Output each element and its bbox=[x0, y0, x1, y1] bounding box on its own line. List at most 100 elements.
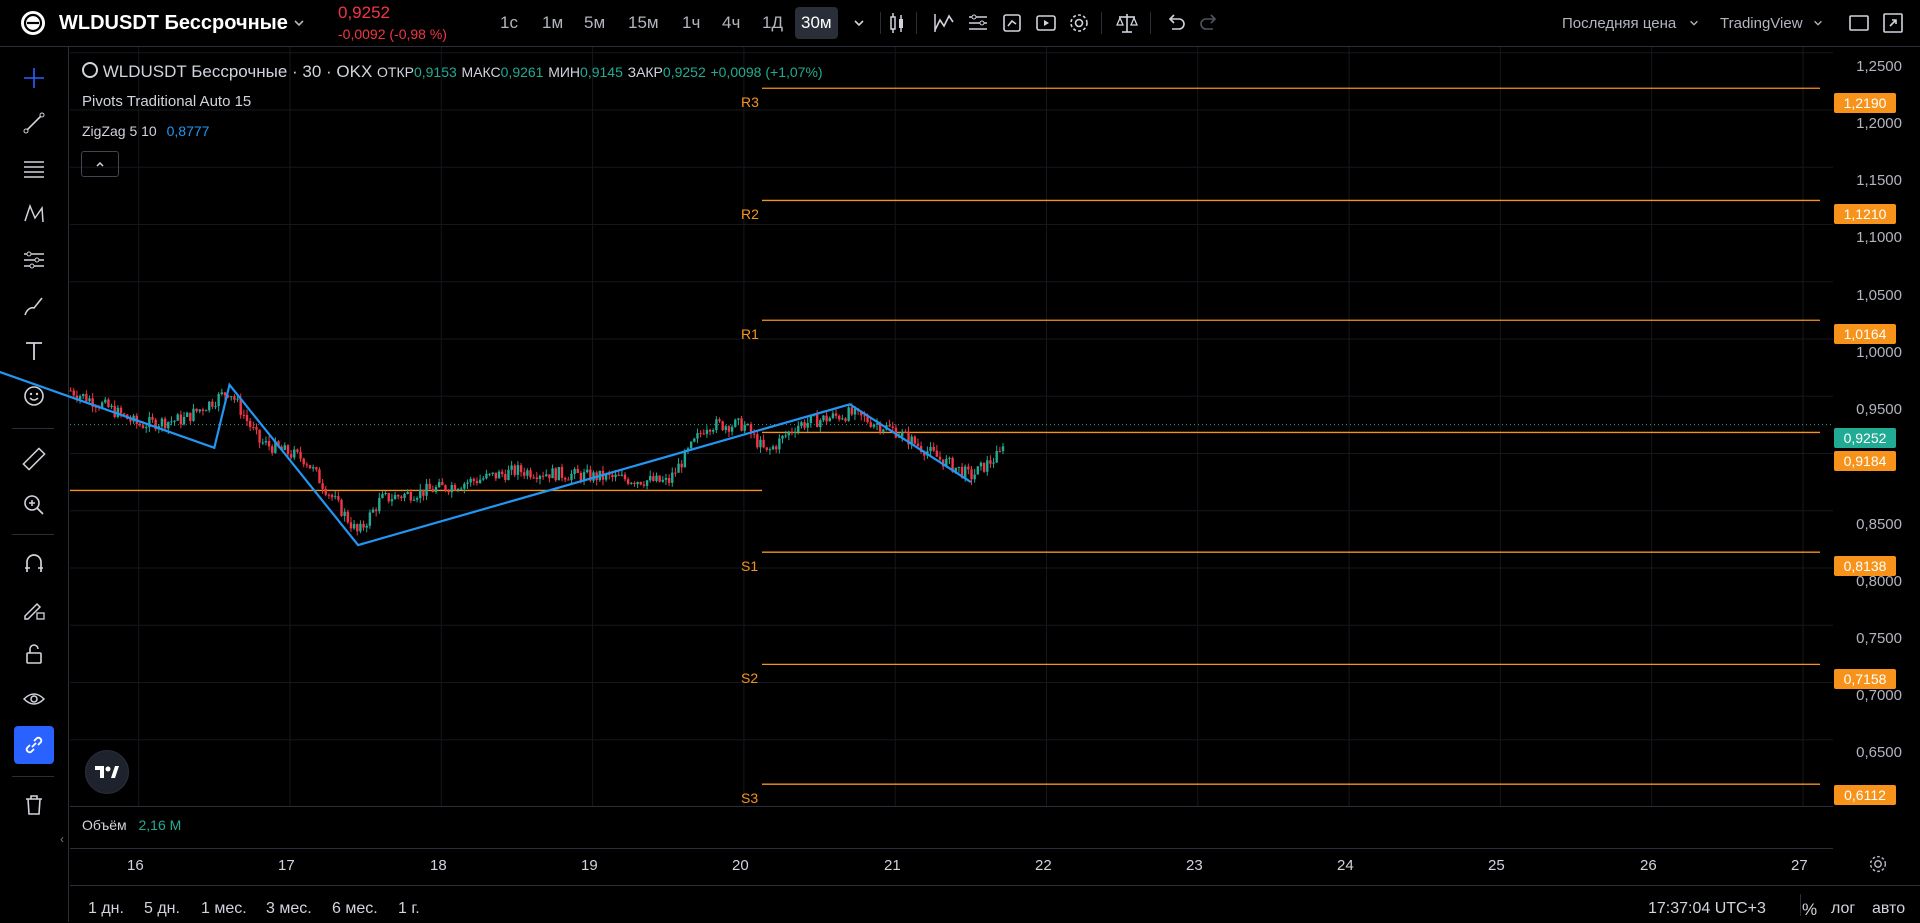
legend-title[interactable]: WLDUSDT Бессрочные · 30 · OKX bbox=[103, 62, 373, 81]
candle-body bbox=[296, 449, 299, 452]
range-1m-button[interactable]: 1 мес. bbox=[201, 900, 247, 918]
candle-body bbox=[422, 489, 425, 496]
candle-body bbox=[255, 427, 258, 430]
x-tick: 17 bbox=[278, 857, 295, 874]
pivot-s2-label: S2 bbox=[741, 670, 759, 686]
candle-body bbox=[173, 420, 176, 422]
y-tick: 0,8500 bbox=[1856, 516, 1902, 533]
candle-body bbox=[107, 399, 110, 408]
time-axis[interactable]: 16 17 18 19 20 21 22 23 24 25 26 27 bbox=[70, 848, 1833, 885]
candle-body bbox=[727, 426, 731, 432]
candle-body bbox=[803, 422, 806, 428]
candle-body bbox=[460, 488, 463, 490]
range-6m-button[interactable]: 6 мес. bbox=[332, 900, 378, 918]
indicator-zigzag-legend[interactable]: ZigZag 5 10 0,8777 bbox=[82, 123, 209, 139]
candle-body bbox=[964, 466, 967, 478]
candle-body bbox=[995, 451, 998, 463]
candle-body bbox=[289, 454, 293, 458]
indicator-pivots-legend[interactable]: Pivots Traditional Auto 15 bbox=[82, 93, 251, 110]
candle-body bbox=[623, 474, 627, 480]
candle-body bbox=[567, 479, 570, 481]
candle-body bbox=[664, 477, 668, 480]
candle-body bbox=[488, 473, 491, 475]
candle-body bbox=[614, 474, 617, 478]
candle-body bbox=[655, 475, 658, 481]
candle-body bbox=[948, 457, 951, 459]
candle-body bbox=[825, 415, 828, 422]
candle-body bbox=[586, 469, 589, 473]
candle-body bbox=[88, 398, 91, 402]
candle-body bbox=[378, 498, 381, 512]
candle-body bbox=[271, 446, 274, 453]
candle-body bbox=[652, 476, 655, 481]
range-1y-button[interactable]: 1 г. bbox=[398, 900, 420, 918]
y-tick: 1,2000 bbox=[1856, 115, 1902, 132]
candle-body bbox=[831, 413, 835, 418]
candle-body bbox=[110, 405, 113, 408]
y-tick: 1,0000 bbox=[1856, 344, 1902, 361]
range-3m-button[interactable]: 3 мес. bbox=[266, 900, 312, 918]
candle-body bbox=[765, 447, 768, 450]
candle-body bbox=[497, 471, 501, 479]
candle-body bbox=[834, 413, 838, 416]
chart-settings-gear-icon[interactable] bbox=[1866, 852, 1890, 881]
candle-body bbox=[639, 482, 642, 485]
range-5d-button[interactable]: 5 дн. bbox=[144, 900, 180, 918]
candle-body bbox=[456, 488, 460, 491]
y-tick: 0,7000 bbox=[1856, 687, 1902, 704]
price-chart[interactable] bbox=[0, 0, 1920, 922]
range-1d-button[interactable]: 1 дн. bbox=[88, 900, 124, 918]
candle-body bbox=[138, 423, 142, 426]
candle-body bbox=[674, 472, 677, 474]
y-tick: 1,0500 bbox=[1856, 287, 1902, 304]
candle-body bbox=[356, 524, 359, 532]
candle-body bbox=[245, 415, 249, 421]
candle-body bbox=[447, 490, 450, 493]
candle-body bbox=[560, 466, 564, 478]
x-tick: 24 bbox=[1337, 857, 1354, 874]
tradingview-logo-icon[interactable] bbox=[85, 750, 129, 794]
candle-body bbox=[299, 451, 302, 459]
candle-body bbox=[267, 440, 271, 447]
candle-body bbox=[170, 421, 173, 423]
candle-body bbox=[708, 429, 712, 432]
candle-body bbox=[705, 429, 709, 434]
legend-collapse-button[interactable] bbox=[81, 151, 119, 177]
candle-body bbox=[611, 474, 614, 478]
candle-body bbox=[469, 478, 472, 483]
candle-body bbox=[208, 401, 211, 411]
candle-body bbox=[790, 431, 794, 433]
log-scale-button[interactable]: лог bbox=[1831, 900, 1855, 918]
close-label: ЗАКР bbox=[627, 64, 663, 80]
zigzag-line bbox=[0, 370, 972, 547]
candle-body bbox=[828, 417, 831, 422]
candle-body bbox=[689, 441, 693, 449]
auto-scale-button[interactable]: авто bbox=[1872, 900, 1905, 918]
high-label: МАКС bbox=[461, 64, 501, 80]
pivot-r2-label: R2 bbox=[741, 206, 759, 222]
candle-body bbox=[192, 408, 195, 421]
candle-body bbox=[541, 475, 545, 477]
candle-body bbox=[368, 512, 372, 526]
candle-body bbox=[261, 442, 264, 444]
candle-body bbox=[82, 394, 85, 397]
candle-body bbox=[104, 399, 107, 403]
candle-body bbox=[545, 474, 548, 477]
candle-body bbox=[374, 509, 378, 512]
candle-body bbox=[293, 449, 296, 458]
percent-scale-button[interactable]: % bbox=[1802, 900, 1817, 920]
clock-timezone[interactable]: 17:37:04 UTC+3 bbox=[1648, 900, 1766, 918]
zigzag-value: 0,8777 bbox=[166, 123, 210, 139]
candle-body bbox=[334, 496, 337, 498]
candle-body bbox=[712, 430, 715, 432]
candle-body bbox=[189, 412, 192, 421]
volume-legend[interactable]: Объём 2,16 M bbox=[82, 817, 181, 833]
candle-body bbox=[872, 424, 876, 427]
candle-body bbox=[746, 424, 750, 426]
pane-divider[interactable] bbox=[70, 806, 1833, 807]
candle-body bbox=[800, 422, 803, 426]
candle-body bbox=[737, 418, 740, 420]
candle-body bbox=[759, 439, 762, 448]
exchange-logo-icon bbox=[82, 62, 98, 78]
pivot-r2-price-label: 1,1210 bbox=[1834, 204, 1896, 224]
